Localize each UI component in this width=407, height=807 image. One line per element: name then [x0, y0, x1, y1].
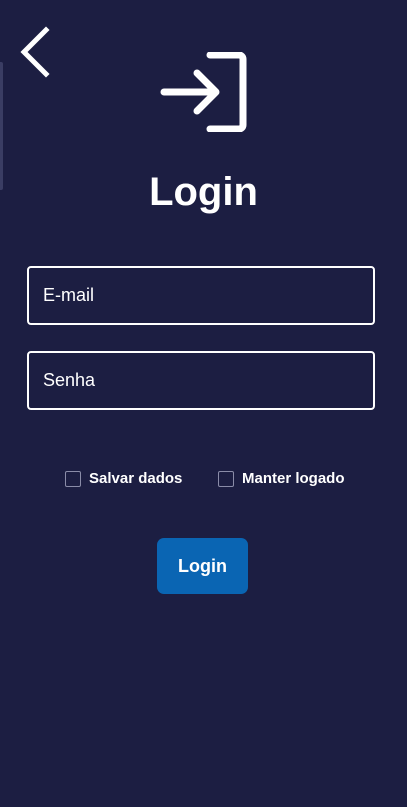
save-data-option[interactable]: Salvar dados: [65, 468, 182, 490]
login-arrow-icon: [160, 52, 248, 132]
back-button[interactable]: [12, 22, 56, 82]
chevron-left-icon: [18, 26, 50, 78]
save-data-checkbox[interactable]: [65, 471, 81, 487]
keep-logged-option[interactable]: Manter logado: [218, 468, 345, 490]
login-options: Salvar dados Manter logado: [0, 468, 407, 490]
keep-logged-label: Manter logado: [242, 470, 345, 487]
email-input[interactable]: [29, 268, 373, 323]
password-input[interactable]: [29, 353, 373, 408]
password-field[interactable]: [27, 351, 375, 410]
email-field[interactable]: [27, 266, 375, 325]
login-button[interactable]: Login: [157, 538, 248, 594]
login-screen: Login Salvar dados Manter logado Login: [0, 0, 407, 807]
save-data-label: Salvar dados: [89, 470, 183, 487]
keep-logged-checkbox[interactable]: [218, 471, 234, 487]
page-title: Login: [149, 170, 258, 214]
